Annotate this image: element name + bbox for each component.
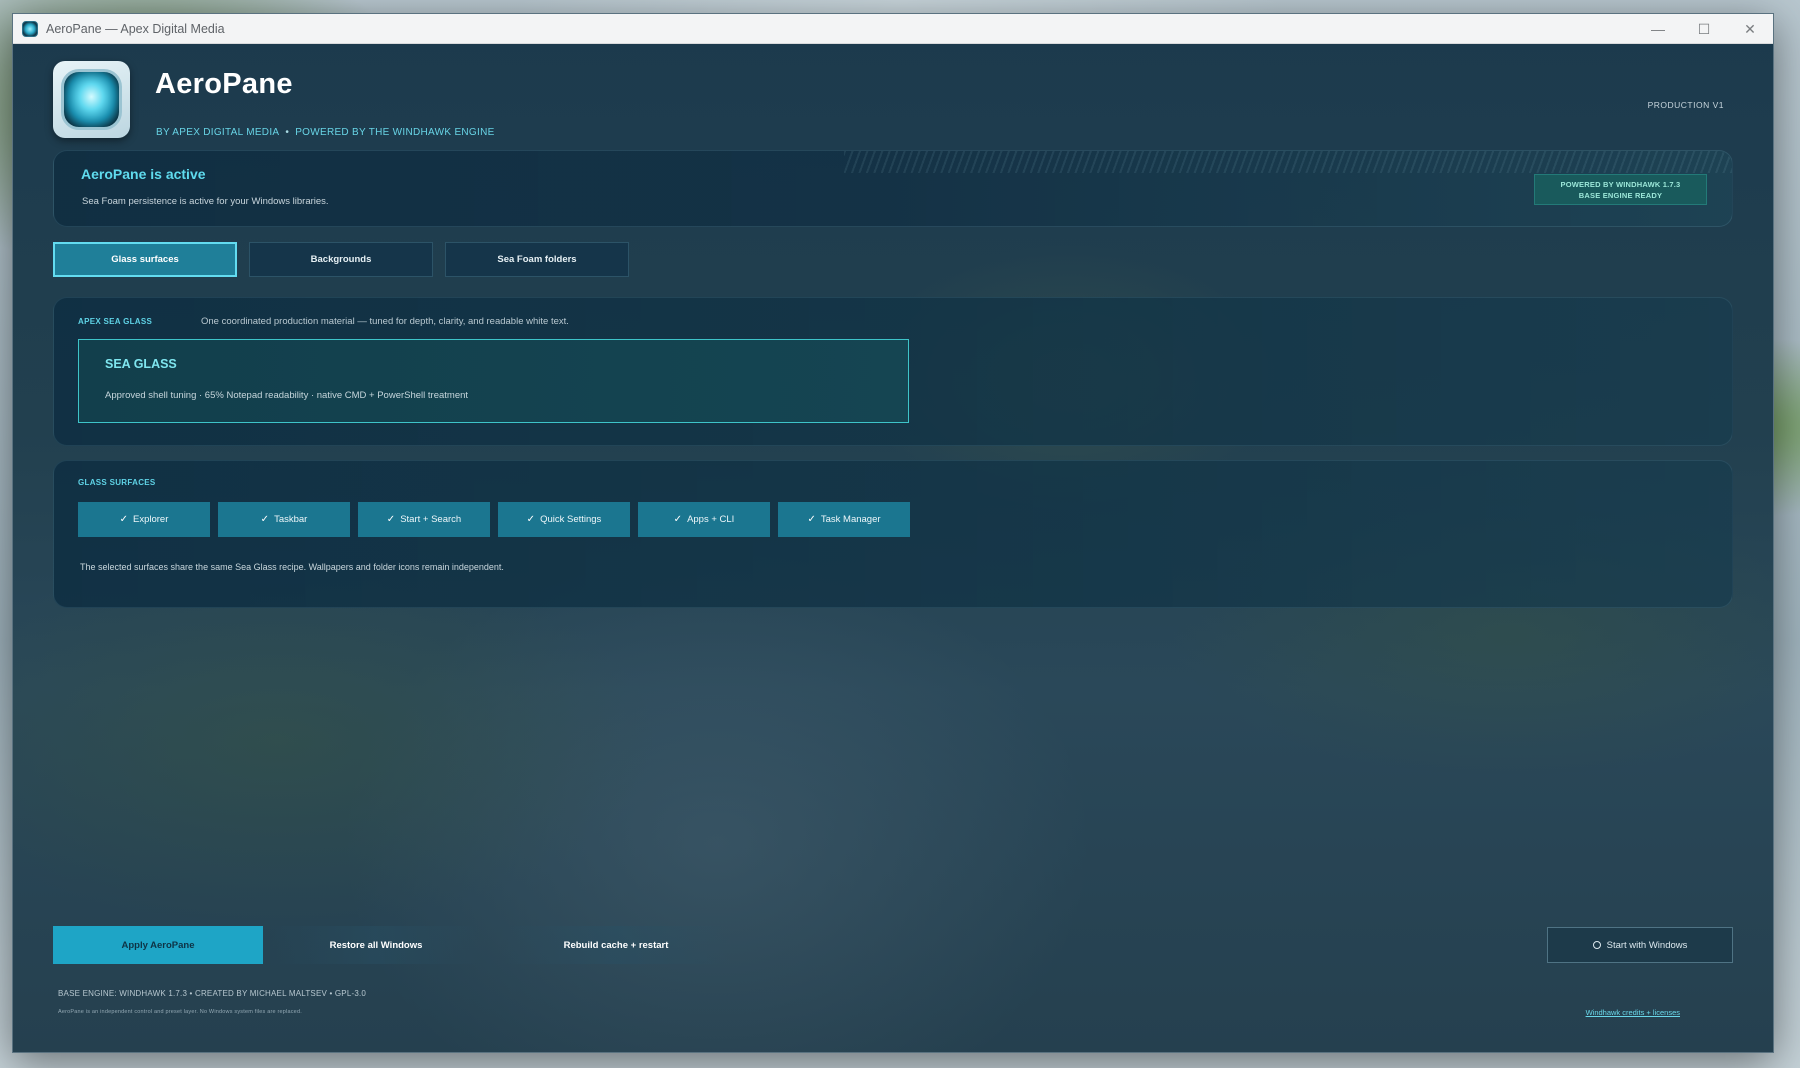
tab-sea-foam-folders[interactable]: Sea Foam folders <box>445 242 629 277</box>
sea-glass-option[interactable]: SEA GLASS Approved shell tuning · 65% No… <box>78 339 909 423</box>
surface-label: Task Manager <box>820 514 881 525</box>
surface-toggle-quick-settings[interactable]: ✓ Quick Settings <box>498 502 630 537</box>
surface-label: Quick Settings <box>540 514 602 525</box>
check-icon: ✓ <box>807 514 816 525</box>
engine-badge-version: POWERED BY WINDHAWK 1.7.3 <box>1560 179 1681 189</box>
status-card-hatch <box>844 151 1732 173</box>
action-bar: Apply AeroPane Restore all Windows Rebui… <box>53 926 1733 966</box>
surface-toggle-apps-cli[interactable]: ✓ Apps + CLI <box>638 502 770 537</box>
sea-glass-title: SEA GLASS <box>105 357 177 371</box>
engine-status-badge: POWERED BY WINDHAWK 1.7.3 BASE ENGINE RE… <box>1534 174 1707 205</box>
tab-bar: Glass surfaces Backgrounds Sea Foam fold… <box>53 242 629 277</box>
check-icon: ✓ <box>260 514 270 525</box>
surface-label: Taskbar <box>274 514 308 525</box>
app-name: AeroPane <box>155 68 293 100</box>
check-icon: ✓ <box>386 514 396 525</box>
surface-toggle-task-manager[interactable]: ✓ Task Manager <box>778 502 910 537</box>
minimize-button[interactable]: — <box>1635 14 1681 44</box>
surfaces-section-label: GLASS SURFACES <box>78 478 156 487</box>
apply-button[interactable]: Apply AeroPane <box>53 926 263 964</box>
status-title: AeroPane is active <box>81 166 206 182</box>
window-title: AeroPane — Apex Digital Media <box>46 21 225 36</box>
check-icon: ✓ <box>526 514 536 525</box>
app-logo-icon <box>53 61 130 138</box>
surface-label: Apps + CLI <box>687 514 735 525</box>
check-icon: ✓ <box>119 514 128 525</box>
sea-glass-description: Approved shell tuning · 65% Notepad read… <box>105 390 469 401</box>
byline-separator: • <box>285 127 290 138</box>
app-title-icon <box>22 20 38 37</box>
title-bar[interactable]: AeroPane — Apex Digital Media — ☐ ✕ <box>13 14 1773 44</box>
footer-disclaimer: AeroPane is an independent control and p… <box>58 1009 302 1015</box>
radio-unchecked-icon <box>1592 941 1601 949</box>
restore-windows-button[interactable]: Restore all Windows <box>271 926 481 964</box>
surface-toggle-start-search[interactable]: ✓ Start + Search <box>358 502 490 537</box>
byline-company: BY APEX DIGITAL MEDIA <box>156 127 280 138</box>
surface-toggle-taskbar[interactable]: ✓ Taskbar <box>218 502 350 537</box>
surface-label: Start + Search <box>400 514 462 525</box>
material-card: APEX SEA GLASS One coordinated productio… <box>53 297 1733 446</box>
close-button[interactable]: ✕ <box>1727 14 1773 44</box>
start-with-windows-toggle[interactable]: Start with Windows <box>1547 927 1733 963</box>
surface-toggle-list: ✓ Explorer ✓ Taskbar ✓ Start + Search ✓ … <box>78 502 910 537</box>
start-with-windows-label: Start with Windows <box>1606 939 1688 951</box>
status-card: AeroPane is active Sea Foam persistence … <box>53 150 1733 227</box>
licenses-link[interactable]: Windhawk credits + licenses <box>1586 1008 1680 1017</box>
app-header: AeroPane BY APEX DIGITAL MEDIA • POWERED B… <box>53 61 1773 141</box>
surface-label: Explorer <box>133 514 169 525</box>
material-section-subtitle: One coordinated production material — tu… <box>201 316 569 327</box>
app-window: AeroPane — Apex Digital Media — ☐ ✕ Aero… <box>12 13 1774 1053</box>
tab-backgrounds[interactable]: Backgrounds <box>249 242 433 277</box>
window-controls: — ☐ ✕ <box>1635 14 1773 44</box>
surface-toggle-explorer[interactable]: ✓ Explorer <box>78 502 210 537</box>
app-logo-glass <box>61 69 122 130</box>
tab-glass-surfaces[interactable]: Glass surfaces <box>53 242 237 277</box>
production-badge: PRODUCTION V1 <box>1647 100 1724 110</box>
footer-credits: BASE ENGINE: WINDHAWK 1.7.3 • CREATED BY… <box>58 989 367 998</box>
engine-badge-ready: BASE ENGINE READY <box>1578 190 1663 200</box>
status-description: Sea Foam persistence is active for your … <box>82 196 329 207</box>
rebuild-cache-button[interactable]: Rebuild cache + restart <box>501 926 731 964</box>
check-icon: ✓ <box>673 514 683 525</box>
maximize-button[interactable]: ☐ <box>1681 14 1727 44</box>
surfaces-note: The selected surfaces share the same Sea… <box>80 562 504 572</box>
byline-engine: POWERED BY THE WINDHAWK ENGINE <box>295 127 495 138</box>
material-section-label: APEX SEA GLASS <box>78 317 153 326</box>
glass-surfaces-card: GLASS SURFACES ✓ Explorer ✓ Taskbar ✓ St… <box>53 460 1733 608</box>
app-byline: BY APEX DIGITAL MEDIA • POWERED BY THE WIN… <box>156 127 495 138</box>
